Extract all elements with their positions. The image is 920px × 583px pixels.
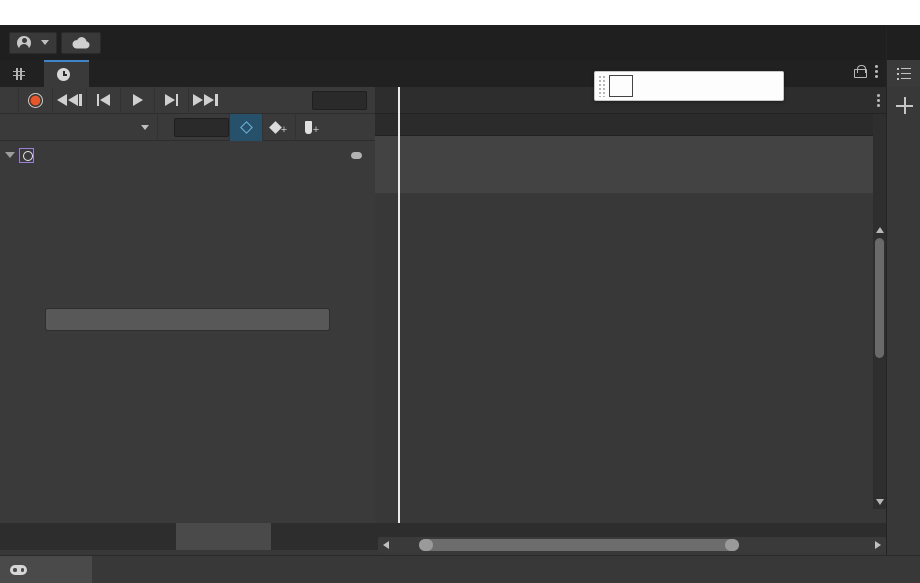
vertical-scrollbar[interactable]	[873, 114, 886, 509]
menu-item-component[interactable]	[98, 0, 120, 25]
chevron-down-icon	[141, 124, 149, 130]
previous-frame-icon	[96, 94, 111, 106]
animation-left-panel: + +	[0, 86, 375, 523]
tab-scene[interactable]	[0, 60, 44, 87]
menu-item-window[interactable]	[120, 0, 142, 25]
user-avatar-icon	[17, 35, 31, 50]
next-frame-icon	[164, 94, 179, 106]
sprite-preview-track[interactable]	[375, 136, 886, 193]
skip-to-end-button[interactable]	[188, 86, 222, 114]
ime-icon-0[interactable]	[633, 73, 660, 99]
horizontal-scrollbar-thumb[interactable]	[419, 539, 739, 551]
panel-tab-actions	[854, 65, 878, 78]
animation-timeline-panel	[375, 87, 886, 523]
clip-selector[interactable]	[0, 113, 158, 141]
triangle-down-icon[interactable]	[5, 152, 15, 158]
right-sidebar-top	[887, 25, 920, 60]
account-button[interactable]	[9, 31, 57, 54]
menu-item-gameobject[interactable]	[76, 0, 98, 25]
add-keyframe-icon	[268, 120, 282, 134]
menu-item-edit[interactable]	[32, 0, 54, 25]
menu-item-help[interactable]	[142, 0, 164, 25]
keyframe-filter-button[interactable]	[229, 113, 262, 141]
ime-icon-1[interactable]	[660, 73, 687, 99]
previous-frame-button[interactable]	[86, 86, 120, 114]
record-button[interactable]	[18, 86, 52, 114]
plus-icon[interactable]	[896, 97, 913, 114]
curve-toggle-icon[interactable]	[351, 151, 362, 159]
sprite-renderer-icon	[19, 147, 34, 163]
timeline-grid	[375, 136, 886, 523]
menu-item-assets[interactable]	[54, 0, 76, 25]
record-icon	[28, 92, 43, 108]
skip-to-start-icon	[57, 94, 82, 106]
scroll-left-arrow-icon[interactable]	[383, 541, 389, 549]
account-toolbar	[0, 25, 920, 60]
add-event-icon	[304, 120, 312, 134]
plus-glyph: +	[312, 123, 320, 136]
plus-glyph: +	[280, 123, 288, 136]
preview-toolbar	[0, 86, 375, 114]
menu-item-file[interactable]	[10, 0, 32, 25]
grid-icon	[13, 67, 25, 80]
current-frame-field[interactable]	[312, 91, 367, 110]
scroll-up-arrow-icon[interactable]	[876, 227, 884, 233]
scrollbar-grip-right[interactable]	[725, 539, 739, 551]
cloud-icon	[72, 36, 90, 49]
add-keyframe-button[interactable]: +	[262, 113, 295, 141]
animated-property-row[interactable]	[0, 141, 375, 169]
keyframe-strip[interactable]	[375, 114, 886, 136]
unity-editor-window: + +	[0, 0, 920, 583]
menu-bar	[0, 0, 920, 25]
kebab-menu-icon[interactable]	[877, 94, 880, 107]
ime-icon-4[interactable]	[741, 73, 768, 99]
list-view-icon[interactable]	[897, 67, 911, 80]
ime-mode-key[interactable]	[609, 75, 633, 97]
ime-toolbar[interactable]	[594, 71, 784, 101]
chevron-down-icon	[41, 40, 49, 45]
right-sidebar	[886, 25, 920, 555]
right-sidebar-tabbar[interactable]	[887, 60, 920, 87]
clip-toolbar: + +	[0, 113, 375, 141]
scroll-right-arrow-icon[interactable]	[875, 541, 881, 549]
tab-game[interactable]	[0, 556, 92, 583]
drag-grip-icon[interactable]	[598, 75, 606, 97]
status-bar	[0, 555, 920, 583]
tab-animation[interactable]	[44, 60, 89, 87]
add-property-button[interactable]	[45, 308, 330, 331]
scrollbar-grip-left[interactable]	[419, 539, 433, 551]
samples-input[interactable]	[174, 117, 229, 137]
ime-icon-3[interactable]	[714, 73, 741, 99]
add-event-button[interactable]: +	[295, 113, 328, 141]
tab-curves[interactable]	[271, 523, 374, 550]
play-button[interactable]	[120, 86, 154, 114]
ime-icon-5[interactable]	[768, 73, 795, 99]
cloud-services-button[interactable]	[61, 31, 101, 54]
ime-icon-2[interactable]	[687, 73, 714, 99]
kebab-menu-icon[interactable]	[875, 65, 878, 78]
next-frame-button[interactable]	[154, 86, 188, 114]
tab-dopesheet[interactable]	[176, 523, 271, 550]
gamepad-icon	[10, 564, 27, 575]
keyframe-filter-icon	[239, 120, 253, 134]
skip-to-end-icon	[193, 94, 218, 106]
scroll-down-arrow-icon[interactable]	[876, 499, 884, 505]
skip-to-start-button[interactable]	[52, 86, 86, 114]
vertical-scrollbar-thumb[interactable]	[875, 238, 884, 358]
clock-icon	[57, 68, 70, 81]
lock-icon[interactable]	[854, 65, 867, 78]
play-icon	[132, 94, 143, 106]
playhead[interactable]	[398, 87, 400, 523]
horizontal-scrollbar[interactable]	[378, 537, 886, 553]
